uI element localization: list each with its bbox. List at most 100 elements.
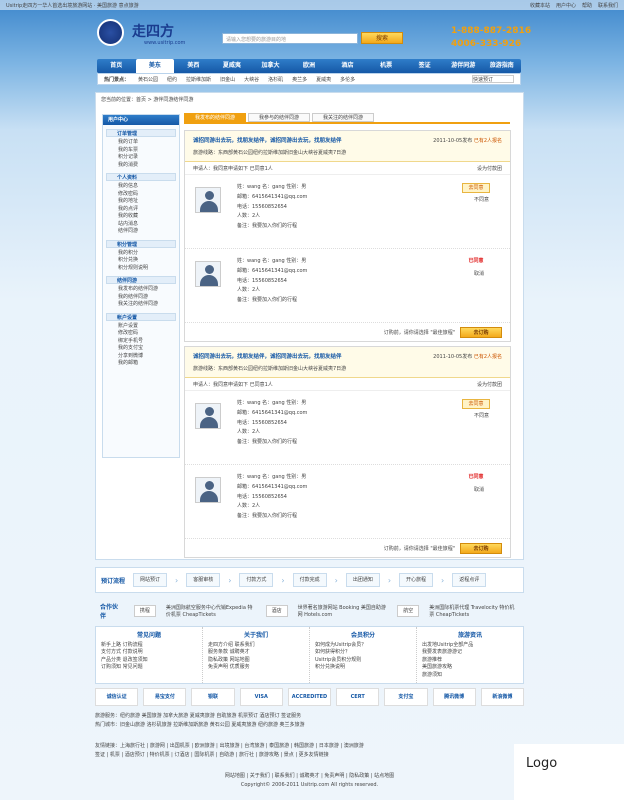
- sub-nav-item[interactable]: 纽约: [167, 76, 177, 83]
- sidebar-item[interactable]: 我的信息: [118, 183, 176, 191]
- nav-item[interactable]: 夏威夷: [213, 59, 252, 73]
- sub-nav-item[interactable]: 夏威夷: [316, 76, 331, 83]
- tab-my-posts[interactable]: 我发布的结伴同游: [184, 113, 246, 122]
- nav-item[interactable]: 酒店: [328, 59, 367, 73]
- help-link[interactable]: 帮助: [582, 2, 592, 9]
- set-paid-link[interactable]: 设为付款团: [477, 381, 502, 388]
- sub-nav-item[interactable]: 旧金山: [220, 76, 235, 83]
- top-bar: Usitrip走四方一华人首选出境旅游网站 · 美国旅游 意点旅游 收藏本站 用…: [0, 0, 624, 10]
- sub-nav-item[interactable]: 奥兰多: [292, 76, 307, 83]
- sidebar-item[interactable]: 积分兑换: [118, 257, 176, 265]
- cancel-link[interactable]: 取消: [474, 486, 484, 493]
- site-logo[interactable]: 走四方 www.usitrip.com: [92, 13, 192, 51]
- logo-emblem-icon: [97, 19, 124, 46]
- sidebar-group-title[interactable]: 个人资料: [106, 173, 176, 181]
- arrow-icon: ›: [441, 575, 445, 585]
- applicant-info: 姓：wang 名：gang 性别：男 邮箱：6415641341@qq.com …: [237, 258, 308, 304]
- tab-joined[interactable]: 我参与的结伴同游: [248, 113, 310, 122]
- sidebar-group: 帐户设置 账户设置 修改密码 绑定手机号 我的支付宝 分享到微博 我的邮箱: [106, 312, 176, 368]
- cert-badge[interactable]: 银联: [191, 688, 235, 706]
- breadcrumb: 您当前的位置：首页 > 游伴同游结伴同游: [101, 97, 194, 103]
- cert-badge[interactable]: VISA: [239, 688, 283, 706]
- order-button[interactable]: 去订购: [460, 326, 502, 338]
- sidebar-item[interactable]: 我的结伴同游: [118, 294, 176, 302]
- sidebar-group-title[interactable]: 订单管理: [106, 129, 176, 137]
- cert-badge[interactable]: 诚信认证: [95, 688, 139, 706]
- sidebar-group-title[interactable]: 帐户设置: [106, 312, 176, 321]
- sidebar-item[interactable]: 我的地址: [118, 198, 176, 206]
- contact-link[interactable]: 联系我们: [598, 2, 618, 9]
- nav-item-active[interactable]: 美东: [135, 59, 175, 73]
- sidebar-item[interactable]: 站内消息: [118, 221, 176, 229]
- nav-item[interactable]: 机票: [367, 59, 406, 73]
- sidebar-item[interactable]: 修改密码: [118, 191, 176, 199]
- partner-text[interactable]: 美洲国际机票代理 Travelocity 特价机票 CheapTickets: [429, 604, 519, 618]
- bookmark-link[interactable]: 收藏本站: [530, 2, 550, 9]
- cert-badge[interactable]: 支付宝: [384, 688, 428, 706]
- sub-nav-item[interactable]: 拉斯维加斯: [186, 76, 211, 83]
- reject-link[interactable]: 不同意: [474, 412, 489, 419]
- sidebar-item[interactable]: 账户设置: [118, 323, 176, 331]
- sidebar-item[interactable]: 我关注的结伴同游: [118, 301, 176, 309]
- sub-nav-item[interactable]: 洛杉矶: [268, 76, 283, 83]
- approve-button[interactable]: 去同意: [462, 399, 490, 409]
- sidebar-item[interactable]: 积分记录: [118, 154, 176, 162]
- nav-item[interactable]: 签证: [405, 59, 444, 73]
- tab-followed[interactable]: 我关注的结伴同游: [312, 113, 374, 122]
- sidebar-item[interactable]: 我的消费: [118, 162, 176, 170]
- search-button[interactable]: 搜索: [361, 32, 403, 44]
- partner-logo[interactable]: 酒店: [265, 605, 288, 617]
- nav-item[interactable]: 首页: [97, 59, 136, 73]
- nav-item[interactable]: 欧洲: [290, 59, 329, 73]
- approve-button[interactable]: 去同意: [462, 183, 490, 193]
- reject-link[interactable]: 不同意: [474, 196, 489, 203]
- nav-item[interactable]: 美西: [174, 59, 213, 73]
- user-center-link[interactable]: 用户中心: [556, 2, 576, 9]
- footer-links[interactable]: 网站地图 | 关于我们 | 联系我们 | 诚聘英才 | 免责声明 | 隐私政策 …: [95, 772, 524, 781]
- sub-nav-item[interactable]: 黄石公园: [138, 76, 158, 83]
- sidebar-item[interactable]: 积分规则说明: [118, 265, 176, 273]
- sidebar-item[interactable]: 我的订单: [118, 139, 176, 147]
- partner-logo[interactable]: 携程: [133, 605, 156, 617]
- cert-badge[interactable]: ACCREDITED: [287, 688, 332, 706]
- sidebar-item[interactable]: 修改密码: [118, 330, 176, 338]
- sub-nav-item[interactable]: 多伦多: [340, 76, 355, 83]
- set-paid-link[interactable]: 设为付款团: [477, 165, 502, 172]
- sidebar-item[interactable]: 我的邮箱: [118, 360, 176, 368]
- flow-step: 网站预订: [133, 573, 168, 587]
- sidebar-item[interactable]: 我的车票: [118, 147, 176, 155]
- partner-text[interactable]: 世界著名旅游网站 Booking 美国自助游网 Hotels.com: [298, 604, 388, 618]
- nav-item[interactable]: 加拿大: [251, 59, 290, 73]
- order-button[interactable]: 去订购: [460, 542, 502, 554]
- partner-text[interactable]: 美洲国际航空服务中心代销Expedia 特价机票 CheapTickets: [166, 604, 256, 618]
- partner-logo[interactable]: 航空: [397, 605, 420, 617]
- sidebar-item[interactable]: 我的积分: [118, 250, 176, 258]
- applicant-card: 姓：wang 名：gang 性别：男 邮箱：6415641341@qq.com …: [185, 465, 510, 539]
- applicant-card: 姓：wang 名：gang 性别：男 邮箱：6415641341@qq.com …: [185, 391, 510, 465]
- cert-badge[interactable]: 新浪微博: [480, 688, 524, 706]
- sidebar-item[interactable]: 结伴同游: [118, 228, 176, 236]
- sub-nav-item[interactable]: 大峡谷: [244, 76, 259, 83]
- companion-post: 诚招同游出去玩，找朋友结伴，诚招同游出去玩，找朋友结伴 旅游线路：东西部黄石公园…: [184, 130, 511, 342]
- phone-number: 4006-333-926: [451, 39, 522, 49]
- nav-item[interactable]: 旅游指南: [482, 59, 521, 73]
- sidebar-group-title[interactable]: 积分管理: [106, 239, 176, 248]
- sidebar-item[interactable]: 我的收藏: [118, 213, 176, 221]
- nav-item[interactable]: 游伴同游: [444, 59, 483, 73]
- sidebar-item[interactable]: 绑定手机号: [118, 338, 176, 346]
- sidebar-item[interactable]: 我的点评: [118, 206, 176, 214]
- sidebar-item[interactable]: 我的支付宝: [118, 345, 176, 353]
- sidebar-group-title[interactable]: 结伴同游: [106, 276, 176, 284]
- approved-status: 已同意: [468, 258, 484, 264]
- sidebar-item[interactable]: 分享到微博: [118, 353, 176, 361]
- applicant-summary: 申请人：我同意申请如下 已同意1人: [193, 381, 273, 388]
- cert-badge[interactable]: CERT: [336, 688, 380, 706]
- applicant-row: 申请人：我同意申请如下 已同意1人 设为付款团: [185, 162, 510, 175]
- quick-booking[interactable]: 快速预订: [472, 75, 514, 83]
- sidebar-item[interactable]: 我发布的结伴同游: [118, 286, 176, 294]
- cert-badge[interactable]: 易宝支付: [143, 688, 187, 706]
- cert-badge[interactable]: 腾讯微博: [432, 688, 476, 706]
- post-footer: 订购前，请你请选择 "最佳旅程" 去订购: [185, 539, 510, 557]
- search-input[interactable]: 请输入您想要的旅游目的地: [222, 33, 358, 44]
- cancel-link[interactable]: 取消: [474, 270, 484, 277]
